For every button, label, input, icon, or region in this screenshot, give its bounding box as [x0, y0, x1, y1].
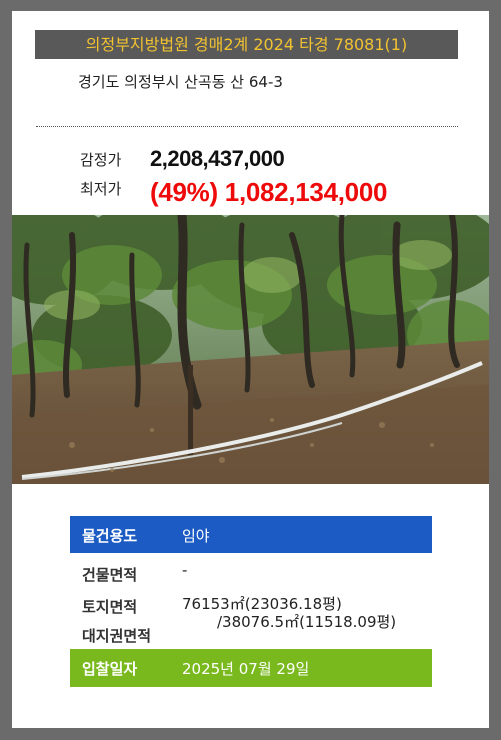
bid-date-value: 2025년 07월 29일: [182, 660, 310, 678]
usage-label: 물건용도: [82, 527, 138, 545]
usage-row: 물건용도 임야: [70, 516, 432, 553]
appraisal-label: 감정가: [80, 151, 122, 169]
property-photo: [12, 215, 489, 484]
usage-value: 임야: [182, 527, 210, 545]
divider: [36, 126, 458, 127]
forest-photo-icon: [12, 215, 489, 484]
case-title: 의정부지방법원 경매2계 2024 타경 78081(1): [35, 30, 458, 59]
property-address: 경기도 의정부시 산곡동 산 64-3: [78, 73, 283, 91]
auction-card: 의정부지방법원 경매2계 2024 타경 78081(1) 경기도 의정부시 산…: [12, 11, 489, 728]
bid-date-label: 입찰일자: [82, 660, 138, 678]
bid-date-row: 입찰일자 2025년 07월 29일: [70, 649, 432, 687]
minimum-price-label: 최저가: [80, 180, 122, 198]
land-right-area-label: 대지권면적: [82, 627, 152, 645]
minimum-price-value: (49%) 1,082,134,000: [150, 177, 388, 207]
appraisal-value: 2,208,437,000: [150, 146, 285, 171]
building-area-label: 건물면적: [82, 566, 138, 584]
building-area-value: -: [182, 561, 188, 579]
land-area-label: 토지면적: [82, 598, 138, 616]
land-area-value-2: /38076.5㎡(11518.09평): [217, 613, 397, 631]
